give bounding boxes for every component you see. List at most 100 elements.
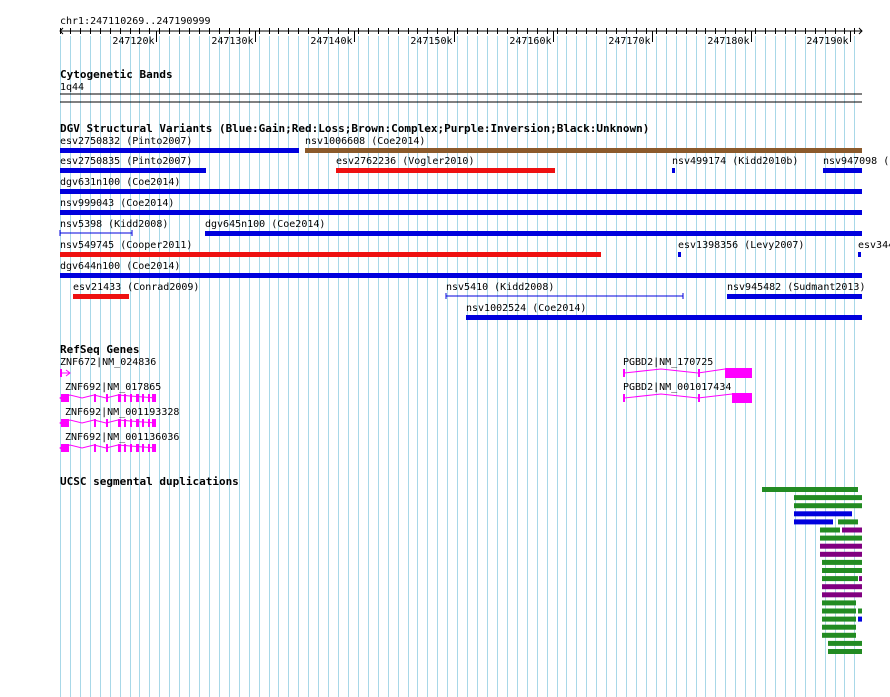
segdup-bar[interactable] [842, 527, 862, 533]
gene-exon [152, 419, 156, 427]
segdup-bar[interactable] [858, 608, 862, 614]
gene-exon [94, 394, 96, 402]
gene-label: ZNF692|NM_001193328 [65, 407, 179, 418]
dgv-feature-label: nsv1006608 (Coe2014) [305, 136, 425, 147]
dgv-gain-bar[interactable] [60, 148, 299, 153]
gene-label: ZNF692|NM_001136036 [65, 432, 179, 443]
gene-label: PGBD2|NM_001017434 [623, 382, 731, 393]
gene-label: PGBD2|NM_170725 [623, 357, 713, 368]
gene-exon [61, 419, 69, 427]
ruler[interactable]: chr1:247110269..247190999 247120k 247130k… [59, 16, 863, 47]
gene-exon [136, 419, 139, 427]
segdup-bar[interactable] [794, 495, 862, 501]
dgv-gain-bar[interactable] [858, 252, 861, 257]
gene-exon [725, 368, 752, 378]
dgv-loss-bar[interactable] [336, 168, 555, 173]
segdup-bar[interactable] [822, 600, 856, 606]
dgv-feature-label: esv2762236 (Vogler2010) [336, 156, 474, 167]
gene-exon [106, 419, 108, 427]
segdup-bar[interactable] [822, 584, 862, 590]
segdup-bar[interactable] [822, 632, 856, 638]
dgv-gain-bar[interactable] [60, 210, 862, 215]
dgv-feature-label: dgv631n100 (Coe2014) [60, 177, 180, 188]
dgv-feature-label: esv344 [858, 240, 890, 251]
ruler-tick-label: 247120k [112, 36, 154, 47]
dgv-complex-bar[interactable] [305, 148, 862, 153]
ruler-tick-label: 247150k [410, 36, 452, 47]
segdup-features[interactable] [762, 487, 862, 654]
dgv-gain-bar[interactable] [672, 168, 675, 173]
segdup-bar[interactable] [820, 551, 862, 557]
segdup-bar[interactable] [822, 608, 856, 614]
segdup-bar[interactable] [762, 487, 858, 492]
gene-label: ZNF692|NM_017865 [65, 382, 161, 393]
dgv-gain-bar[interactable] [466, 315, 862, 320]
segdup-bar[interactable] [822, 559, 862, 565]
segdup-bar[interactable] [794, 511, 852, 517]
gene-exon [130, 394, 132, 402]
gene-exon [118, 419, 121, 427]
dgv-track-title: DGV Structural Variants (Blue:Gain;Red:L… [60, 122, 649, 135]
segdup-bar[interactable] [820, 543, 862, 549]
gene-exon [124, 394, 126, 402]
dgv-feature-label: nsv947098 (S [823, 156, 890, 167]
dgv-gain-bar[interactable] [60, 273, 862, 278]
segdup-bar[interactable] [828, 640, 862, 646]
gene-pgbd2-nm-170725[interactable]: PGBD2|NM_170725 [623, 357, 752, 378]
dgv-loss-bar[interactable] [60, 252, 601, 257]
segdup-bar[interactable] [859, 576, 862, 582]
segdup-bar[interactable] [822, 576, 858, 582]
gene-exon [94, 419, 96, 427]
refseq-track[interactable]: RefSeq Genes ZNF672|NM_024836 ZNF692|NM_… [59, 343, 752, 452]
segdup-bar[interactable] [794, 503, 862, 509]
segdup-bar[interactable] [858, 616, 862, 622]
gene-exon [142, 394, 144, 402]
dgv-gain-bar[interactable] [678, 252, 681, 257]
gene-exon [124, 444, 126, 452]
segdup-bar[interactable] [822, 592, 862, 598]
gene-znf692-nm-001136036[interactable]: ZNF692|NM_001136036 [59, 432, 179, 452]
gene-exon [142, 419, 144, 427]
ruler-tick-label: 247160k [509, 36, 551, 47]
gene-exon [60, 369, 62, 377]
ruler-tick-label: 247190k [806, 36, 848, 47]
gene-pgbd2-nm-001017434[interactable]: PGBD2|NM_001017434 [623, 382, 752, 403]
segdup-bar[interactable] [838, 519, 858, 525]
cytoband-track[interactable]: Cytogenetic Bands 1q44 [60, 68, 862, 103]
ruler-tick-label: 247130k [211, 36, 253, 47]
dgv-gain-bar[interactable] [823, 168, 862, 173]
segdup-bar[interactable] [822, 568, 862, 573]
gene-exon [142, 444, 144, 452]
dgv-feature-label: esv21433 (Conrad2009) [73, 282, 199, 293]
ruler-minor-ticks [60, 28, 855, 34]
ruler-location: chr1:247110269..247190999 [60, 16, 211, 27]
dgv-gain-bar[interactable] [205, 231, 862, 236]
segdup-bar[interactable] [822, 616, 856, 622]
dgv-gain-bar[interactable] [727, 294, 862, 299]
cytoband-label: 1q44 [60, 82, 84, 93]
gene-exon [623, 394, 625, 402]
segdup-bar[interactable] [820, 535, 862, 541]
gene-exon [106, 444, 108, 452]
dgv-gain-bar[interactable] [60, 189, 862, 194]
segdup-track-title: UCSC segmental duplications [60, 475, 239, 488]
segdup-track[interactable]: UCSC segmental duplications [60, 475, 862, 654]
dgv-feature-label: esv2750832 (Pinto2007) [60, 136, 192, 147]
segdup-bar[interactable] [828, 649, 862, 654]
ruler-tick-label: 247170k [608, 36, 650, 47]
gene-znf692-nm-001193328[interactable]: ZNF692|NM_001193328 [59, 407, 179, 427]
gene-exon [136, 444, 139, 452]
dgv-loss-bar[interactable] [73, 294, 129, 299]
dgv-feature-label: nsv499174 (Kidd2010b) [672, 156, 798, 167]
segdup-bar[interactable] [820, 527, 840, 533]
gene-znf672[interactable]: ZNF672|NM_024836 [60, 357, 156, 377]
segdup-bar[interactable] [822, 624, 856, 630]
gene-exon [148, 444, 150, 452]
dgv-feature-label: esv1398356 (Levy2007) [678, 240, 804, 251]
gene-exon [118, 444, 121, 452]
dgv-gain-bar[interactable] [60, 168, 206, 173]
gene-exon [148, 394, 150, 402]
segdup-bar[interactable] [794, 519, 833, 525]
gene-exon [61, 444, 69, 452]
dgv-feature-label: nsv5398 (Kidd2008) [60, 219, 168, 230]
